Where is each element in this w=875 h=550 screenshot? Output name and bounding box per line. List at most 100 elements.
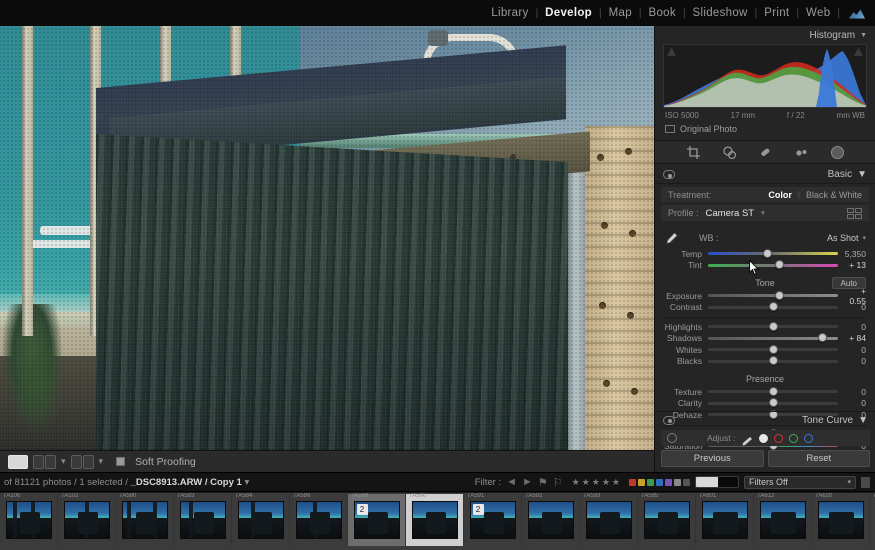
chevron-down-icon[interactable]: ▼ [860,32,867,39]
filmstrip-thumbnail[interactable]: 7A620 [812,494,870,546]
filmstrip-thumbnail[interactable]: 7A106 [0,494,58,546]
chevron-down-icon[interactable]: ▾ [761,209,765,217]
original-photo-row[interactable]: Original Photo [663,120,867,134]
filmstrip-thumbnail[interactable]: 7A580 [116,494,174,546]
filters-off-dropdown[interactable]: Filters Off ▾ [744,476,856,489]
color-label-none[interactable] [683,479,690,486]
blacks-slider[interactable]: Blacks 0 [655,356,875,368]
star-rating-filter[interactable]: ★ ★ ★ ★ ★ [572,477,620,488]
before-after-tb-button[interactable] [71,455,94,469]
star-icon[interactable]: ★ [572,477,580,488]
whites-slider[interactable]: Whites 0 [655,344,875,356]
blue-channel[interactable] [804,434,813,443]
contrast-track[interactable] [708,306,838,309]
point-curve-channel[interactable] [759,434,768,443]
chevron-down-icon[interactable]: ▼ [857,169,867,180]
module-book[interactable]: Book [642,7,683,19]
contrast-slider[interactable]: Contrast 0 [655,302,875,314]
soft-proofing-checkbox[interactable] [116,457,125,466]
filmstrip-thumbnail[interactable]: 7A601 [696,494,754,546]
module-web[interactable]: Web [799,7,837,19]
module-print[interactable]: Print [757,7,796,19]
filmstrip-thumbnail[interactable]: 7A595 [638,494,696,546]
clarity-track[interactable] [708,402,838,405]
star-icon[interactable]: ★ [582,477,590,488]
red-eye-tool-icon[interactable] [758,145,773,160]
clarity-slider[interactable]: Clarity 0 [655,398,875,410]
filmstrip-thumbnail[interactable]: 7A583 [174,494,232,546]
flag-pick-icon[interactable]: ⚑ [538,476,548,489]
view-options-caret-icon[interactable]: ▾ [61,456,66,467]
filmstrip-thumbnail[interactable]: 7A5912 [464,494,522,546]
image-preview-area[interactable] [0,26,654,450]
filmstrip-thumbnail[interactable]: 7A612 [754,494,812,546]
tint-track[interactable] [708,264,838,267]
filmstrip[interactable]: 7A106 7A102 7A580 7A583 7A584 7A586 7A58… [0,492,875,550]
targeted-adjustment-icon[interactable] [667,433,677,443]
filmstrip-thumbnail-selected[interactable]: 7A590 [406,494,464,546]
auto-tone-button[interactable]: Auto [832,277,866,289]
view-options-caret-icon[interactable]: ▾ [99,456,104,467]
filmstrip-thumbnail[interactable]: 7A584 [232,494,290,546]
curve-pencil-icon[interactable] [741,433,753,443]
red-channel[interactable] [774,434,783,443]
histogram-chart[interactable] [663,44,867,108]
profile-value[interactable]: Camera ST [706,208,755,219]
forward-arrow-icon[interactable]: ► [522,476,533,488]
blacks-track[interactable] [708,360,838,363]
module-slideshow[interactable]: Slideshow [686,7,755,19]
chevron-down-icon[interactable]: ▾ [862,234,866,242]
color-label-blue[interactable] [656,479,663,486]
treatment-color-option[interactable]: Color [768,190,792,200]
crop-overlay-tool-icon[interactable] [686,145,701,160]
temp-track[interactable] [708,252,838,255]
module-map[interactable]: Map [602,7,639,19]
color-label-yellow[interactable] [638,479,645,486]
back-arrow-icon[interactable]: ◄ [506,476,517,488]
color-label-purple[interactable] [665,479,672,486]
tone-curve-panel-header[interactable]: Tone Curve ▼ [655,411,875,428]
basic-panel-header[interactable]: Basic ▼ [655,166,875,184]
filmstrip-thumbnail[interactable]: 7A626 [870,494,875,546]
white-balance-eyedropper-icon[interactable] [664,231,679,246]
highlights-slider[interactable]: Highlights 0 [655,321,875,333]
shadows-track[interactable] [708,337,838,340]
spot-removal-tool-icon[interactable] [722,145,737,160]
loupe-view-button[interactable] [8,455,28,469]
filmstrip-thumbnail[interactable]: 7A102 [58,494,116,546]
chevron-down-icon[interactable]: ▼ [858,415,868,426]
panel-visibility-eye-icon[interactable] [663,170,675,179]
histogram-panel-header[interactable]: Histogram ▼ [655,26,875,44]
star-icon[interactable]: ★ [612,477,620,488]
highlights-track[interactable] [708,325,838,328]
panel-visibility-eye-icon[interactable] [663,416,675,425]
texture-track[interactable] [708,390,838,393]
whites-track[interactable] [708,348,838,351]
lock-icon[interactable] [861,477,870,488]
color-label-filter[interactable] [629,479,690,486]
radial-filter-tool-icon[interactable] [830,145,845,160]
exposure-track[interactable] [708,294,838,297]
rating-range-control[interactable] [695,476,739,488]
star-icon[interactable]: ★ [602,477,610,488]
exposure-slider[interactable]: Exposure + 0.55 [655,290,875,302]
previous-button[interactable]: Previous [661,450,764,467]
chevron-down-icon[interactable]: ▾ [847,478,851,486]
shadows-slider[interactable]: Shadows + 84 [655,333,875,345]
tint-slider[interactable]: Tint + 13 [655,260,875,272]
module-develop[interactable]: Develop [538,7,599,19]
module-library[interactable]: Library [484,7,535,19]
filmstrip-thumbnail[interactable]: 7A586 [290,494,348,546]
treatment-bw-option[interactable]: Black & White [806,190,862,200]
color-label-red[interactable] [629,479,636,486]
filename-caret-icon[interactable]: ▾ [244,477,249,488]
current-filename[interactable]: _DSC8913.ARW / Copy 1 [131,477,242,488]
before-after-lr-button[interactable] [33,455,56,469]
texture-slider[interactable]: Texture 0 [655,386,875,398]
filmstrip-thumbnail[interactable]: 7A593 [580,494,638,546]
profile-browser-button[interactable] [847,208,862,219]
filmstrip-thumbnail-current[interactable]: 7A5892 [348,494,406,546]
wb-value[interactable]: As Shot [827,233,859,243]
color-label-gray[interactable] [674,479,681,486]
star-icon[interactable]: ★ [592,477,600,488]
